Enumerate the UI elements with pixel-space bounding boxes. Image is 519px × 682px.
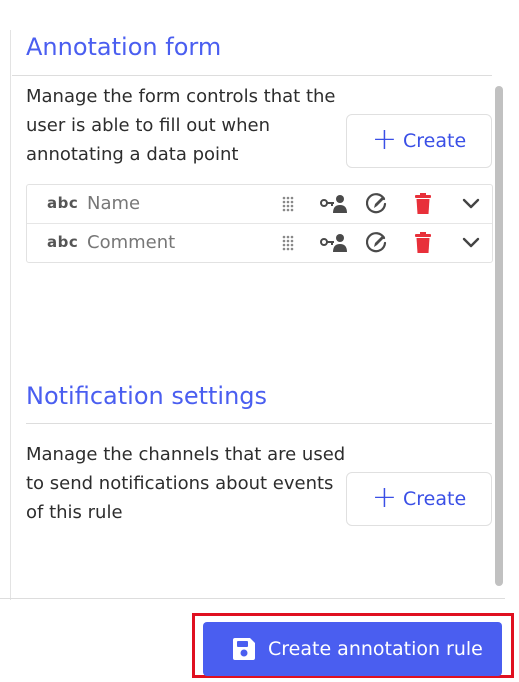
control-label: Name bbox=[87, 193, 141, 214]
form-controls-list: abc Name abc Comment bbox=[26, 184, 493, 263]
edit-icon[interactable] bbox=[365, 232, 389, 254]
annotation-form-description: Manage the form controls that the user i… bbox=[26, 86, 336, 165]
control-label: Comment bbox=[87, 232, 176, 253]
scrollbar[interactable] bbox=[494, 82, 504, 590]
save-icon bbox=[231, 636, 257, 662]
list-item: abc Name bbox=[27, 185, 492, 224]
section-divider bbox=[12, 75, 492, 76]
abc-icon: abc bbox=[47, 194, 79, 212]
drag-handle-icon[interactable] bbox=[276, 232, 300, 254]
trash-icon[interactable] bbox=[411, 193, 435, 215]
user-key-icon[interactable] bbox=[319, 232, 349, 254]
scrollbar-thumb[interactable] bbox=[495, 86, 503, 586]
plus-icon: + bbox=[371, 121, 397, 157]
footer-divider bbox=[0, 598, 505, 599]
notification-settings-description: Manage the channels that are used to sen… bbox=[26, 444, 346, 523]
trash-icon[interactable] bbox=[411, 232, 435, 254]
create-annotation-rule-button[interactable]: Create annotation rule bbox=[203, 622, 502, 676]
notification-settings-title: Notification settings bbox=[26, 382, 268, 410]
create-button-label: Create bbox=[403, 488, 467, 510]
left-divider bbox=[10, 30, 11, 600]
annotation-form-title: Annotation form bbox=[26, 33, 222, 61]
create-form-control-button[interactable]: + Create bbox=[346, 114, 492, 168]
edit-icon[interactable] bbox=[365, 193, 389, 215]
chevron-down-icon[interactable] bbox=[459, 232, 483, 254]
chevron-down-icon[interactable] bbox=[459, 193, 483, 215]
section-divider bbox=[26, 423, 492, 424]
user-key-icon[interactable] bbox=[319, 193, 349, 215]
list-item: abc Comment bbox=[27, 224, 492, 262]
plus-icon: + bbox=[371, 479, 397, 515]
create-notification-channel-button[interactable]: + Create bbox=[346, 472, 492, 526]
create-button-label: Create bbox=[403, 130, 467, 152]
abc-icon: abc bbox=[47, 233, 79, 251]
drag-handle-icon[interactable] bbox=[276, 193, 300, 215]
submit-button-label: Create annotation rule bbox=[268, 638, 483, 660]
